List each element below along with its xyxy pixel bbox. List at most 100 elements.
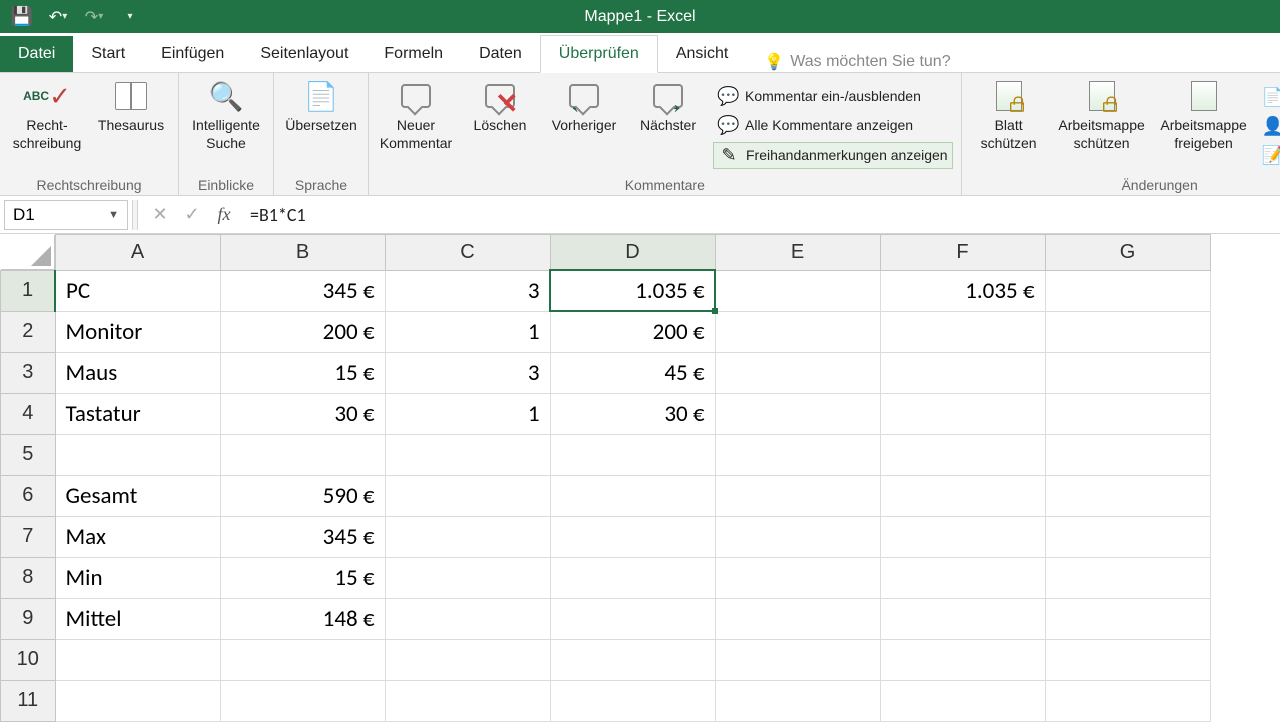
prev-comment-button[interactable]: ← Vorheriger (545, 77, 623, 175)
allow-users-button[interactable]: 👤Benutzer (1258, 114, 1280, 139)
toggle-comment-button[interactable]: 💬 Kommentar ein-/ausblenden (713, 84, 953, 109)
cell-A6[interactable]: Gesamt (55, 475, 220, 516)
cell-A1[interactable]: PC (55, 270, 220, 311)
col-header-G[interactable]: G (1045, 235, 1210, 271)
cell-B2[interactable]: 200 € (220, 311, 385, 352)
spellcheck-button[interactable]: ABC✓ Recht- schreibung (8, 77, 86, 175)
cell-E5[interactable] (715, 434, 880, 475)
col-header-F[interactable]: F (880, 235, 1045, 271)
protect-share-button[interactable]: 📄Arbeitsm (1258, 85, 1280, 110)
name-box[interactable]: D1 ▼ (4, 200, 128, 230)
new-comment-button[interactable]: Neuer Kommentar (377, 77, 455, 175)
show-all-comments-button[interactable]: 💬 Alle Kommentare anzeigen (713, 113, 953, 138)
cell-D9[interactable] (550, 598, 715, 639)
cell-A5[interactable] (55, 434, 220, 475)
show-ink-button[interactable]: ✎ Freihandanmerkungen anzeigen (713, 142, 953, 169)
cell-C1[interactable]: 3 (385, 270, 550, 311)
cell-E4[interactable] (715, 393, 880, 434)
cell-B5[interactable] (220, 434, 385, 475)
worksheet-grid[interactable]: ABCDEFG1PC345 €31.035 €1.035 €2Monitor20… (0, 234, 1280, 722)
cell-D11[interactable] (550, 680, 715, 721)
cell-E2[interactable] (715, 311, 880, 352)
col-header-B[interactable]: B (220, 235, 385, 271)
cell-B4[interactable]: 30 € (220, 393, 385, 434)
cell-B3[interactable]: 15 € (220, 352, 385, 393)
cell-B7[interactable]: 345 € (220, 516, 385, 557)
cell-C8[interactable] (385, 557, 550, 598)
cell-A8[interactable]: Min (55, 557, 220, 598)
cell-D8[interactable] (550, 557, 715, 598)
insert-function-button[interactable]: fx (208, 204, 240, 225)
save-icon[interactable]: 💾 (12, 7, 32, 27)
cell-C2[interactable]: 1 (385, 311, 550, 352)
next-comment-button[interactable]: → Nächster (629, 77, 707, 175)
cell-E9[interactable] (715, 598, 880, 639)
tab-überprüfen[interactable]: Überprüfen (540, 35, 658, 73)
cell-E11[interactable] (715, 680, 880, 721)
tab-formeln[interactable]: Formeln (366, 36, 461, 72)
tab-file[interactable]: Datei (0, 36, 73, 72)
qat-customize-icon[interactable]: ▾ (120, 7, 140, 27)
cell-G6[interactable] (1045, 475, 1210, 516)
cell-E3[interactable] (715, 352, 880, 393)
cell-G8[interactable] (1045, 557, 1210, 598)
undo-icon[interactable]: ↶▾ (48, 7, 68, 27)
cell-G4[interactable] (1045, 393, 1210, 434)
cell-A4[interactable]: Tastatur (55, 393, 220, 434)
cell-F1[interactable]: 1.035 € (880, 270, 1045, 311)
row-header-7[interactable]: 7 (1, 516, 56, 557)
cell-D2[interactable]: 200 € (550, 311, 715, 352)
tab-seitenlayout[interactable]: Seitenlayout (242, 36, 366, 72)
tab-ansicht[interactable]: Ansicht (658, 36, 746, 72)
cell-G7[interactable] (1045, 516, 1210, 557)
cell-F6[interactable] (880, 475, 1045, 516)
cell-B8[interactable]: 15 € (220, 557, 385, 598)
cell-G3[interactable] (1045, 352, 1210, 393)
cell-G5[interactable] (1045, 434, 1210, 475)
cell-D1[interactable]: 1.035 € (550, 270, 715, 311)
cell-B9[interactable]: 148 € (220, 598, 385, 639)
cell-E10[interactable] (715, 639, 880, 680)
cell-C6[interactable] (385, 475, 550, 516)
cell-C4[interactable]: 1 (385, 393, 550, 434)
cell-A11[interactable] (55, 680, 220, 721)
protect-sheet-button[interactable]: Blattschützen (970, 77, 1048, 175)
cell-E8[interactable] (715, 557, 880, 598)
cell-E6[interactable] (715, 475, 880, 516)
row-header-8[interactable]: 8 (1, 557, 56, 598)
cell-G10[interactable] (1045, 639, 1210, 680)
cell-F10[interactable] (880, 639, 1045, 680)
col-header-E[interactable]: E (715, 235, 880, 271)
row-header-2[interactable]: 2 (1, 311, 56, 352)
cell-D10[interactable] (550, 639, 715, 680)
cell-F4[interactable] (880, 393, 1045, 434)
row-header-4[interactable]: 4 (1, 393, 56, 434)
delete-comment-button[interactable]: Löschen (461, 77, 539, 175)
cell-D3[interactable]: 45 € (550, 352, 715, 393)
cell-B1[interactable]: 345 € (220, 270, 385, 311)
track-changes-button[interactable]: 📝Änderu (1258, 143, 1280, 168)
cell-F3[interactable] (880, 352, 1045, 393)
cell-C9[interactable] (385, 598, 550, 639)
row-header-3[interactable]: 3 (1, 352, 56, 393)
row-header-9[interactable]: 9 (1, 598, 56, 639)
col-header-D[interactable]: D (550, 235, 715, 271)
cell-F9[interactable] (880, 598, 1045, 639)
cell-C11[interactable] (385, 680, 550, 721)
tab-daten[interactable]: Daten (461, 36, 540, 72)
cell-E1[interactable] (715, 270, 880, 311)
cell-E7[interactable] (715, 516, 880, 557)
cell-C3[interactable]: 3 (385, 352, 550, 393)
cell-A3[interactable]: Maus (55, 352, 220, 393)
cell-F7[interactable] (880, 516, 1045, 557)
cell-F5[interactable] (880, 434, 1045, 475)
row-header-1[interactable]: 1 (1, 270, 56, 311)
cell-G2[interactable] (1045, 311, 1210, 352)
formula-input[interactable]: =B1*C1 (240, 204, 1280, 226)
cell-D5[interactable] (550, 434, 715, 475)
tell-me-box[interactable]: 💡 Was möchten Sie tun? (764, 52, 950, 72)
cell-F2[interactable] (880, 311, 1045, 352)
protect-workbook-button[interactable]: Arbeitsmappeschützen (1054, 77, 1150, 175)
cell-C5[interactable] (385, 434, 550, 475)
cell-B10[interactable] (220, 639, 385, 680)
